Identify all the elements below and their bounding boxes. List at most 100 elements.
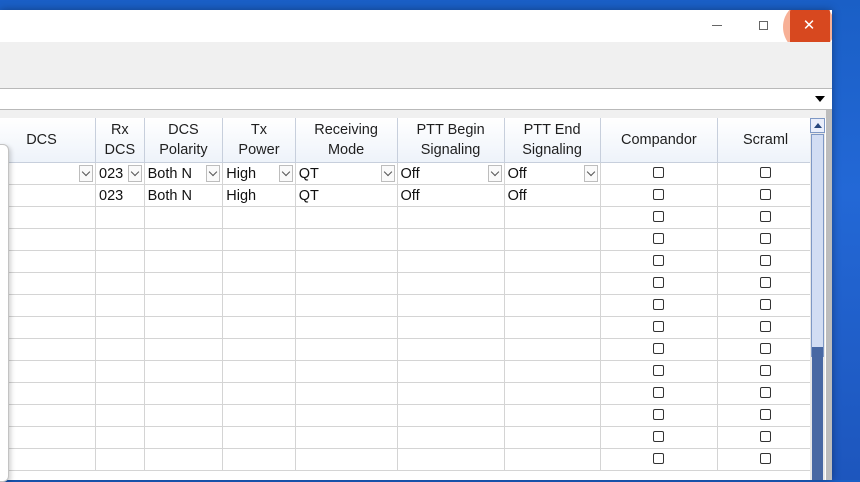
dropdown-button[interactable]: [206, 165, 221, 182]
cell-compandor[interactable]: [600, 316, 719, 339]
cell-tx-power[interactable]: [222, 272, 296, 295]
cell-receiving-mode[interactable]: [295, 360, 398, 383]
dropdown-button[interactable]: [127, 165, 142, 182]
cell-dcs[interactable]: [0, 426, 97, 449]
compandor-checkbox[interactable]: [653, 188, 665, 200]
cell-compandor[interactable]: [600, 272, 719, 295]
cell-ptt-end[interactable]: [504, 228, 601, 251]
compandor-checkbox[interactable]: [653, 452, 665, 464]
cell-ptt-end[interactable]: [504, 206, 601, 229]
cell-receiving-mode[interactable]: [295, 382, 398, 405]
cell-ptt-begin[interactable]: [397, 272, 505, 295]
table-row[interactable]: 3023 Both N High QT Off Off: [0, 162, 814, 185]
cell-dcs[interactable]: [0, 272, 97, 295]
cell-dcs[interactable]: [0, 316, 97, 339]
cell-dcs[interactable]: [0, 250, 97, 273]
minimize-button[interactable]: [694, 10, 740, 40]
cell-dcs-polarity[interactable]: [144, 294, 224, 317]
scrambler-checkbox[interactable]: [760, 408, 772, 420]
cell-ptt-begin[interactable]: [397, 228, 505, 251]
cell-tx-power[interactable]: [222, 250, 296, 273]
cell-dcs-polarity[interactable]: [144, 404, 224, 427]
scrambler-checkbox[interactable]: [760, 430, 772, 442]
cell-ptt-end[interactable]: [504, 250, 601, 273]
cell-ptt-end[interactable]: Off: [504, 162, 601, 185]
cell-receiving-mode[interactable]: [295, 228, 398, 251]
cell-scrambler[interactable]: [717, 338, 814, 361]
cell-dcs-polarity[interactable]: [144, 338, 224, 361]
cell-receiving-mode[interactable]: [295, 250, 398, 273]
cell-dcs-polarity[interactable]: [144, 250, 224, 273]
scrambler-checkbox[interactable]: [760, 276, 772, 288]
cell-scrambler[interactable]: [717, 228, 814, 251]
cell-tx-power[interactable]: [222, 448, 296, 471]
cell-scrambler[interactable]: [717, 272, 814, 295]
column-header-tx-power[interactable]: Tx Power: [222, 118, 296, 163]
cell-tx-power[interactable]: [222, 338, 296, 361]
scrambler-checkbox[interactable]: [760, 386, 772, 398]
cell-ptt-end[interactable]: [504, 382, 601, 405]
cell-dcs-polarity[interactable]: Both N: [144, 162, 224, 185]
cell-compandor[interactable]: [600, 448, 719, 471]
cell-rx-dcs[interactable]: [95, 426, 145, 449]
cell-tx-power[interactable]: [222, 294, 296, 317]
dropdown-button[interactable]: [79, 165, 94, 182]
dropdown-arrow-icon[interactable]: [815, 96, 825, 102]
cell-ptt-end[interactable]: Off: [504, 184, 601, 207]
cell-ptt-end[interactable]: [504, 448, 601, 471]
scroll-up-button[interactable]: [810, 118, 825, 133]
cell-ptt-begin[interactable]: [397, 382, 505, 405]
cell-ptt-end[interactable]: [504, 316, 601, 339]
cell-dcs-polarity[interactable]: [144, 206, 224, 229]
cell-dcs-polarity[interactable]: [144, 382, 224, 405]
cell-receiving-mode[interactable]: QT: [295, 184, 398, 207]
cell-tx-power[interactable]: [222, 228, 296, 251]
channel-dropdown[interactable]: [0, 88, 832, 110]
column-header-ptt-end[interactable]: PTT End Signaling: [504, 118, 601, 163]
cell-scrambler[interactable]: [717, 184, 814, 207]
cell-compandor[interactable]: [600, 404, 719, 427]
cell-ptt-begin[interactable]: [397, 250, 505, 273]
dropdown-button[interactable]: [583, 165, 598, 182]
cell-dcs[interactable]: [0, 338, 97, 361]
cell-tx-power[interactable]: High: [222, 162, 296, 185]
cell-compandor[interactable]: [600, 162, 719, 185]
table-row[interactable]: [0, 228, 814, 251]
table-row[interactable]: [0, 382, 814, 405]
cell-rx-dcs[interactable]: [95, 294, 145, 317]
scrambler-checkbox[interactable]: [760, 166, 772, 178]
cell-dcs[interactable]: [0, 382, 97, 405]
cell-compandor[interactable]: [600, 426, 719, 449]
table-row[interactable]: [0, 316, 814, 339]
scrambler-checkbox[interactable]: [760, 364, 772, 376]
column-header-ptt-begin[interactable]: PTT Begin Signaling: [397, 118, 505, 163]
cell-ptt-begin[interactable]: [397, 360, 505, 383]
table-row[interactable]: [0, 206, 814, 229]
column-header-rx-dcs[interactable]: Rx DCS: [95, 118, 145, 163]
scroll-track[interactable]: [812, 347, 823, 480]
cell-tx-power[interactable]: [222, 360, 296, 383]
cell-receiving-mode[interactable]: [295, 206, 398, 229]
cell-ptt-begin[interactable]: [397, 338, 505, 361]
cell-dcs[interactable]: [0, 448, 97, 471]
cell-scrambler[interactable]: [717, 404, 814, 427]
dropdown-button[interactable]: [380, 165, 395, 182]
cell-rx-dcs[interactable]: [95, 338, 145, 361]
cell-tx-power[interactable]: [222, 316, 296, 339]
cell-dcs[interactable]: [0, 228, 97, 251]
compandor-checkbox[interactable]: [653, 210, 665, 222]
compandor-checkbox[interactable]: [653, 166, 665, 178]
compandor-checkbox[interactable]: [653, 276, 665, 288]
table-row[interactable]: [0, 294, 814, 317]
cell-rx-dcs[interactable]: [95, 272, 145, 295]
cell-dcs-polarity[interactable]: [144, 272, 224, 295]
table-row[interactable]: [0, 272, 814, 295]
compandor-checkbox[interactable]: [653, 254, 665, 266]
scroll-thumb[interactable]: [811, 134, 824, 357]
cell-dcs-polarity[interactable]: [144, 360, 224, 383]
cell-ptt-begin[interactable]: [397, 316, 505, 339]
vertical-scrollbar[interactable]: [810, 118, 825, 480]
cell-compandor[interactable]: [600, 184, 719, 207]
table-row[interactable]: [0, 360, 814, 383]
cell-rx-dcs[interactable]: [95, 404, 145, 427]
